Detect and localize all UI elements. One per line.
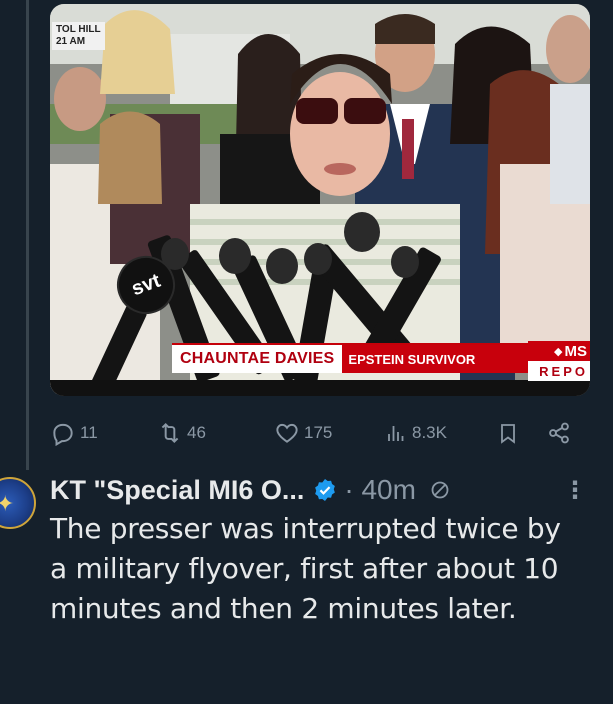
bookmark-button[interactable] <box>496 418 524 448</box>
views-count: 8.3K <box>412 423 447 442</box>
like-icon <box>276 423 298 443</box>
repost-button[interactable]: 46 <box>157 418 206 448</box>
tweet-header: KT "Special MI6 O... · 40m ⋮ <box>50 472 595 508</box>
edited-icon[interactable] <box>428 478 452 502</box>
time-bug: TOL HILL 21 AM <box>52 22 105 50</box>
network-logo-top-text: MS <box>564 342 588 360</box>
author-avatar[interactable]: ✦ <box>0 477 36 529</box>
tweet-meta: · 40m <box>344 474 416 506</box>
peacock-icon: ◆ <box>554 345 563 358</box>
tweet-text: The presser was interrupted twice by a m… <box>50 512 561 625</box>
bookmark-icon <box>501 424 515 444</box>
views-icon <box>388 426 404 441</box>
thread-connector-line <box>26 0 29 470</box>
reply-button[interactable]: 11 <box>50 418 98 448</box>
press-conference-scene <box>50 4 590 396</box>
network-logo-top: ◆ MS <box>528 341 590 361</box>
like-button[interactable]: 175 <box>274 418 332 448</box>
repost-icon <box>161 422 179 444</box>
more-options-button[interactable]: ⋮ <box>563 472 587 508</box>
time-bug-line1: TOL HILL <box>56 24 101 35</box>
verified-badge-icon[interactable] <box>312 477 338 503</box>
views-button[interactable]: 8.3K <box>384 418 447 448</box>
lower-third-name: CHAUNTAE DAVIES <box>172 345 343 373</box>
tweet-action-bar: 11 46 175 8.3K <box>50 418 590 448</box>
tweet-media-video[interactable]: TOL HILL 21 AM svt CHAUNTAE DAVIES EPSTE… <box>50 4 590 396</box>
network-logo-bottom: REPO <box>539 363 588 379</box>
lower-third-title: EPSTEIN SURVIVOR <box>342 345 546 373</box>
share-button[interactable] <box>546 418 576 448</box>
repost-count: 46 <box>187 423 206 442</box>
like-count: 175 <box>304 423 333 442</box>
reply-count: 11 <box>80 423 98 442</box>
news-lower-third: CHAUNTAE DAVIES EPSTEIN SURVIVOR <box>172 343 546 373</box>
meta-separator: · <box>344 474 354 505</box>
network-logo: ◆ MS REPO <box>528 341 590 381</box>
avatar-emblem-icon: ✦ <box>0 491 14 517</box>
share-icon <box>549 422 569 444</box>
svt-mic-flag-text: svt <box>128 269 164 300</box>
author-name[interactable]: KT "Special MI6 O... <box>50 475 304 506</box>
tweet-timestamp[interactable]: 40m <box>361 474 415 505</box>
time-bug-line2: 21 AM <box>56 36 86 47</box>
reply-icon <box>53 423 73 446</box>
